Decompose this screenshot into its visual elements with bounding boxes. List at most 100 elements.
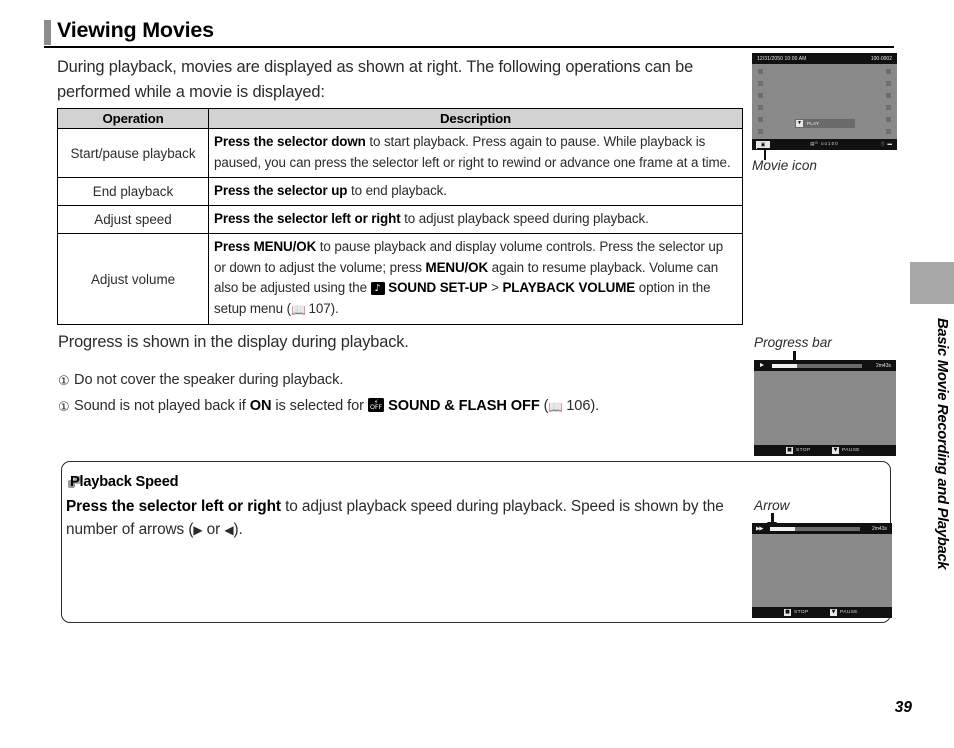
stop-key-icon: ■: [784, 609, 791, 616]
file-number-text: 100-0002: [870, 55, 892, 62]
tip-or: or: [202, 520, 225, 538]
caution-icon: ①: [58, 374, 70, 389]
table-row: End playback Press the selector up to en…: [57, 177, 743, 206]
operation-cell: End playback: [57, 177, 209, 206]
caution-text-pre: Sound is not played back if: [74, 398, 250, 414]
play-key-icon: ▼: [796, 120, 803, 127]
chapter-tab-marker: [910, 262, 954, 304]
pause-control: ▼ PAUSE: [830, 609, 858, 616]
progress-fill: [772, 364, 798, 368]
timestamp-text: 12/31/2050 10:00 AM: [757, 55, 807, 62]
page-title: Viewing Movies: [57, 18, 214, 42]
figure-caption-arrow: Arrow: [754, 498, 790, 513]
figure-caption-progress-bar: Progress bar: [754, 335, 832, 350]
image-quality-status: ▤ᴰ ᴏᴏ100: [810, 141, 839, 146]
playback-progress-bar: 2m43s: [754, 360, 896, 371]
figure-arrow-screen: ▶▶ 2m43s ■ STOP ▼ PAUSE: [752, 523, 892, 618]
caution-text-mid: is selected for: [271, 398, 368, 414]
operations-table: Operation Description Start/pause playba…: [57, 108, 743, 325]
play-prompt: ▼ PLAY: [794, 119, 855, 128]
description-cell: Press MENU/OK to pause playback and disp…: [208, 233, 743, 325]
stop-key-icon: ■: [786, 447, 793, 454]
pause-label: PAUSE: [840, 610, 858, 615]
table-header-row: Operation Description: [57, 108, 743, 129]
flash-off-icon-bottom: OFF: [369, 403, 383, 411]
caution-list: ① Do not cover the speaker during playbac…: [58, 368, 748, 420]
caution-page-ref: 106: [566, 398, 591, 414]
heading-rule: [44, 45, 894, 48]
document-page: Viewing Movies During playback, movies a…: [0, 0, 954, 748]
figure-caption-movie-icon: Movie icon: [752, 158, 817, 173]
elapsed-time-text: 2m43s: [871, 525, 887, 532]
progress-note: Progress is shown in the display during …: [58, 333, 409, 351]
section-heading: Viewing Movies: [44, 18, 894, 48]
list-item: ① Do not cover the speaker during playbac…: [58, 368, 748, 394]
intro-paragraph: During playback, movies are displayed as…: [57, 58, 694, 101]
caution-on-emphasis: ON: [249, 398, 272, 414]
table-row: Adjust speed Press the selector left or …: [57, 205, 743, 234]
description-cell: Press the selector up to end playback.: [208, 177, 743, 206]
description-emphasis: Press the selector up: [214, 183, 348, 199]
description-text: to end playback.: [347, 183, 447, 199]
menu-ok-emphasis: Press MENU/OK: [214, 239, 317, 254]
playback-volume-label: PLAYBACK VOLUME: [502, 280, 636, 295]
operation-cell: Adjust speed: [57, 205, 209, 234]
description-cell: Press the selector down to start playbac…: [208, 128, 743, 178]
movie-icon-pointer-bracket: [757, 148, 773, 150]
stop-control: ■ STOP: [784, 609, 809, 616]
stop-control: ■ STOP: [786, 447, 811, 454]
table-row: Start/pause playback Press the selector …: [57, 128, 743, 178]
operation-cell: Start/pause playback: [57, 128, 209, 178]
sound-setup-label: SOUND SET-UP: [388, 280, 488, 295]
description-text: to adjust playback speed during playback…: [400, 211, 649, 227]
camera-top-bar: 12/31/2050 10:00 AM 100-0002: [752, 53, 897, 64]
list-item: ① Sound is not played back if ON is selec…: [58, 394, 748, 420]
progress-track: [770, 527, 860, 531]
elapsed-time-text: 2m43s: [875, 362, 891, 369]
tip-close: ).: [233, 520, 243, 538]
battery-status-icon: ░ ▬: [880, 141, 893, 146]
play-label: PLAY: [807, 121, 820, 126]
page-number: 39: [894, 699, 912, 716]
description-emphasis: Press the selector down: [214, 134, 366, 149]
pause-key-icon: ▼: [830, 609, 837, 616]
camera-control-bar: ■ STOP ▼ PAUSE: [754, 445, 896, 456]
tip-body: Press the selector left or right to adju…: [66, 496, 738, 541]
play-indicator-icon: [760, 363, 764, 367]
description-cell: Press the selector left or right to adju…: [208, 205, 743, 234]
heading-accent-bar: [44, 20, 51, 45]
camera-bottom-bar: ▣ ▤ᴰ ᴏᴏ100 ░ ▬: [752, 139, 897, 150]
figure-progress-bar-screen: 2m43s ■ STOP ▼ PAUSE: [754, 360, 896, 456]
menu-ok-emphasis-2: MENU/OK: [425, 259, 489, 275]
tip-emphasis: Press the selector left or right: [66, 498, 281, 515]
pause-control: ▼ PAUSE: [832, 447, 860, 454]
menu-separator: >: [487, 280, 503, 295]
progress-fill: [770, 527, 796, 531]
description-emphasis: Press the selector left or right: [214, 211, 401, 227]
progress-track: [772, 364, 862, 368]
fast-forward-arrows-icon: ▶▶: [756, 525, 764, 532]
caution-icon: ①: [58, 400, 70, 415]
caution-paren-open: (: [539, 398, 549, 414]
caution-paren-close: ).: [590, 398, 600, 414]
manual-reference-icon: 📖: [548, 400, 563, 414]
pause-key-icon: ▼: [832, 447, 839, 454]
caution-text: Do not cover the speaker during playback…: [74, 372, 344, 388]
tip-title: Playback Speed: [70, 474, 179, 490]
column-header-operation: Operation: [57, 108, 209, 129]
pause-label: PAUSE: [842, 448, 860, 453]
camera-control-bar: ■ STOP ▼ PAUSE: [752, 607, 892, 618]
column-header-description: Description: [208, 108, 743, 129]
flash-off-icon: ⚡ OFF: [367, 398, 385, 412]
stop-label: STOP: [794, 610, 809, 615]
chapter-label: Basic Movie Recording and Playback: [934, 318, 950, 570]
volume-text-4: ).: [330, 300, 339, 316]
stop-label: STOP: [796, 448, 811, 453]
playback-progress-bar: ▶▶ 2m43s: [752, 523, 892, 534]
arrow-right-icon: ▶: [193, 522, 203, 537]
figure-movie-icon-screen: 12/31/2050 10:00 AM 100-0002 ▼ PLAY ▣ ▤ᴰ…: [752, 53, 897, 150]
sound-flash-off-label: SOUND & FLASH OFF: [388, 398, 540, 414]
table-row: Adjust volume Press MENU/OK to pause pla…: [57, 233, 743, 325]
operation-cell: Adjust volume: [57, 233, 209, 325]
manual-reference-icon: 📖: [290, 302, 306, 317]
